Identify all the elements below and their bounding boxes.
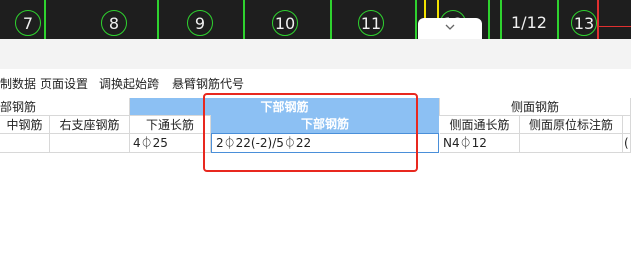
group-header-bottom-rebar: 下部钢筋 [130,98,440,116]
axis-line [500,0,502,39]
cell-mid-rebar[interactable] [0,134,50,153]
axis-line [557,0,559,39]
chevron-down-icon [445,24,455,30]
cad-axis-strip: 7 8 9 10 11 12 1/12 13 [0,0,631,39]
cell-side-through[interactable]: N4⏀12 [440,134,520,153]
col-header-mid-rebar: 中钢筋 [0,116,50,134]
cell-side-original[interactable] [520,134,623,153]
cell-bottom-through[interactable]: 4⏀25 [130,134,211,153]
axis-number: 10 [272,10,298,36]
panel-gap [0,39,631,69]
bottom-rebar-edit-field[interactable]: 2⏀22(-2)/5⏀22 [211,133,439,153]
axis-number: 11 [358,10,384,36]
group-header-side-rebar: 侧面钢筋 [440,98,631,116]
col-header-right-support: 右支座钢筋 [50,116,130,134]
menu-item-cantilever-code[interactable]: 悬臂钢筋代号 [172,75,244,92]
axis-line-red [597,26,631,27]
axis-line-red [597,0,599,39]
popup-title-bottom-rebar: 下部钢筋 [211,115,439,133]
axis-line [243,0,245,39]
col-header-overflow [623,116,631,134]
cell-right-support[interactable] [50,134,130,153]
col-header-side-through: 侧面通长筋 [440,116,520,134]
axis-line [330,0,332,39]
menu-item-copy-data[interactable]: 制数据 [0,75,36,92]
axis-number: 8 [101,10,127,36]
menu-bar: 制数据 页面设置 调换起始跨 悬臂钢筋代号 [0,69,631,95]
menu-item-swap-start-span[interactable]: 调换起始跨 [99,75,159,92]
col-header-bottom-through: 下通长筋 [130,116,211,134]
axis-number: 13 [571,10,597,36]
collapse-tab[interactable] [418,18,482,39]
axis-number: 1/12 [511,13,547,32]
col-header-side-original: 侧面原位标注筋 [520,116,623,134]
axis-line [415,0,417,39]
menu-item-page-setup[interactable]: 页面设置 [40,75,88,92]
axis-line [157,0,159,39]
axis-number: 9 [187,10,213,36]
group-header-top-rebar: 部钢筋 [0,98,130,116]
axis-line [44,0,46,39]
axis-line [488,0,490,39]
cell-overflow[interactable]: ( [623,134,631,153]
axis-number: 7 [15,10,41,36]
